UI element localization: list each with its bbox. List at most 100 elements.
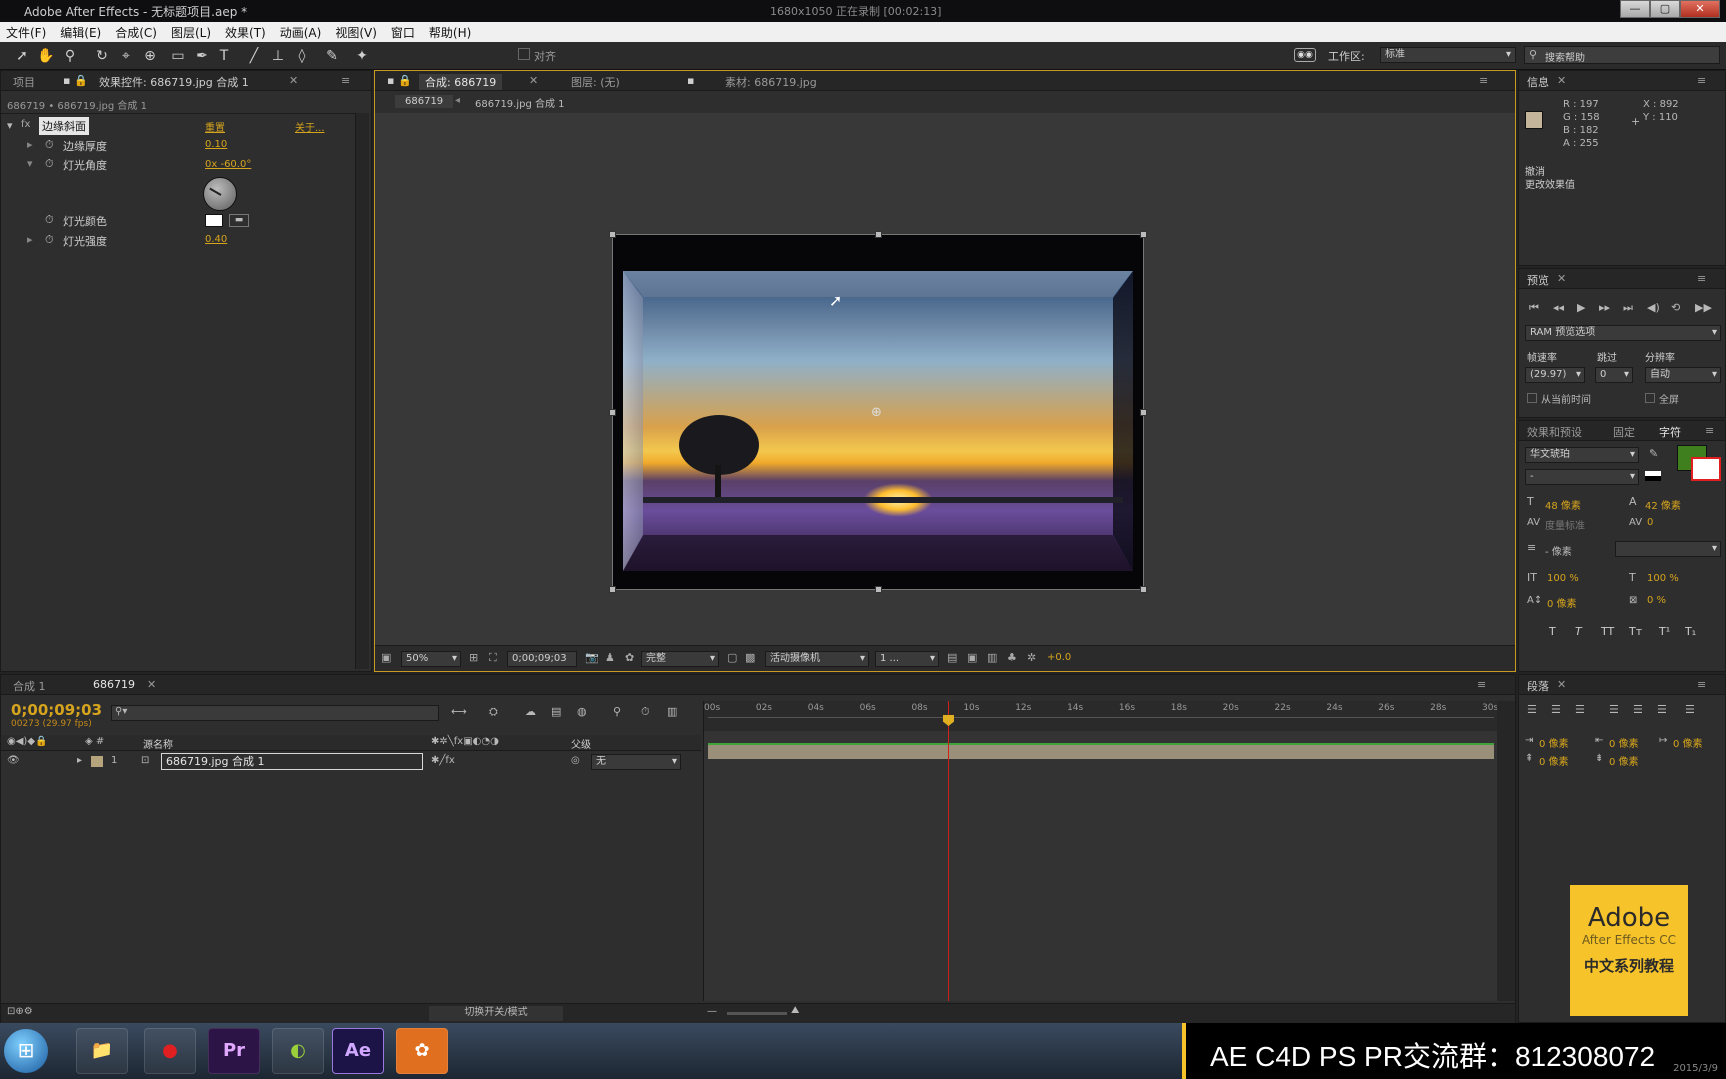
tab-timeline-comp[interactable]: 686719 — [93, 678, 135, 691]
brush-tool-icon[interactable]: ╱ — [244, 46, 264, 66]
label-color-swatch[interactable] — [91, 756, 103, 767]
workspace-dropdown[interactable]: 标准 ▾ — [1380, 47, 1516, 63]
close-tab-icon[interactable]: ✕ — [1557, 74, 1566, 87]
ram-preview-icon[interactable]: ▶▶ — [1695, 301, 1712, 314]
tsume-value[interactable]: 0 % — [1647, 595, 1666, 606]
start-button[interactable]: ⊞ — [4, 1029, 48, 1073]
fullscreen-checkbox[interactable] — [1645, 393, 1655, 403]
tab-paragraph[interactable]: 段落 — [1527, 678, 1549, 694]
layer-switches-icon[interactable]: ✱╱fx — [431, 755, 455, 766]
brainstorm-icon[interactable]: ⚲ — [613, 705, 621, 718]
eyedropper-icon[interactable]: ▬ — [229, 214, 249, 227]
channel-icon[interactable]: ✿ — [625, 651, 634, 664]
app-taskbar-icon[interactable]: ✿ — [396, 1028, 448, 1074]
layer-row[interactable]: 👁 ▸ 1 ⊡ 686719.jpg 合成 1 ✱╱fx ◎ 无 ▾ — [1, 753, 701, 771]
font-family-dropdown[interactable]: 华文琥珀 ▾ — [1525, 447, 1639, 463]
expand-arrow-icon[interactable]: ▸ — [77, 755, 82, 766]
about-link[interactable]: 关于... — [295, 119, 325, 134]
explorer-taskbar-icon[interactable]: 📁 — [76, 1028, 128, 1074]
horizontal-scale-value[interactable]: 100 % — [1647, 573, 1679, 584]
faux-bold-icon[interactable]: T — [1549, 625, 1556, 638]
always-preview-icon[interactable]: ▣ — [381, 651, 391, 664]
pan-behind-tool-icon[interactable]: ⊕ — [140, 46, 160, 66]
menu-window[interactable]: 窗口 — [385, 22, 423, 41]
parent-header[interactable]: 父级 — [571, 736, 591, 751]
panel-menu-icon[interactable]: ≡ — [1477, 678, 1486, 691]
views-dropdown[interactable]: 1 ... ▾ — [875, 651, 939, 667]
tab-layer[interactable]: 图层: (无) — [571, 74, 620, 90]
expand-arrow-icon[interactable]: ▸ — [27, 138, 33, 151]
source-name-header[interactable]: 源名称 — [143, 736, 173, 751]
black-white-swatch[interactable] — [1645, 471, 1661, 481]
current-time-display[interactable]: 0;00;09;03 — [507, 651, 577, 667]
prev-frame-icon[interactable]: ◂◂ — [1553, 301, 1564, 314]
tab-footage[interactable]: 素材: 686719.jpg — [725, 74, 817, 90]
tab-project[interactable]: 项目 — [13, 74, 35, 90]
transform-handle[interactable] — [609, 409, 616, 416]
stroke-color-swatch[interactable] — [1691, 457, 1721, 481]
stopwatch-icon[interactable]: ⏱ — [45, 233, 54, 247]
text-tool-icon[interactable]: T — [214, 46, 234, 66]
roto-brush-tool-icon[interactable]: ✎ — [322, 46, 342, 66]
indent-first-value[interactable]: 0 像素 — [1673, 735, 1703, 750]
timeline-timecode[interactable]: 0;00;09;03 — [11, 701, 102, 719]
pickwhip-icon[interactable]: ◎ — [571, 755, 580, 766]
align-checkbox[interactable] — [518, 48, 530, 60]
menu-animation[interactable]: 动画(A) — [274, 22, 330, 41]
superscript-icon[interactable]: T¹ — [1659, 625, 1670, 638]
menu-composition[interactable]: 合成(C) — [109, 22, 165, 41]
motion-blur-icon[interactable]: ◍ — [577, 705, 587, 718]
timeline-search-input[interactable]: ⚲▾ — [111, 705, 439, 721]
expand-arrow-icon[interactable]: ▾ — [7, 119, 13, 132]
help-search-input[interactable]: ⚲ 搜索帮助 — [1524, 46, 1720, 64]
tab-effects-presets[interactable]: 效果和预设 — [1527, 424, 1582, 440]
selection-tool-icon[interactable]: ➚ — [12, 46, 32, 66]
kerning-value[interactable]: 度量标准 — [1545, 517, 1585, 532]
parent-dropdown[interactable]: 无 ▾ — [591, 754, 681, 770]
time-ruler[interactable]: 00s 02s 04s 06s 08s 10s 12s 14s 16s 18s 20s 22s 24s 2… — [704, 701, 1498, 731]
justify-right-icon[interactable]: ☰ — [1657, 703, 1667, 716]
scrollbar[interactable] — [355, 113, 369, 669]
stopwatch-icon[interactable]: ⏱ — [45, 138, 54, 152]
menu-edit[interactable]: 编辑(E) — [54, 22, 109, 41]
menu-effect[interactable]: 效果(T) — [219, 22, 274, 41]
tracking-value[interactable]: 0 — [1647, 517, 1653, 528]
align-right-icon[interactable]: ☰ — [1575, 703, 1585, 716]
layer-duration-bar[interactable] — [708, 743, 1494, 759]
region-of-interest-icon[interactable]: ▢ — [727, 651, 737, 664]
close-button[interactable]: ✕ — [1680, 0, 1720, 18]
maximize-button[interactable]: ▢ — [1650, 0, 1680, 18]
comp-mini-flowchart-icon[interactable]: ⟷ — [451, 705, 467, 718]
fast-previews-icon[interactable]: ▣ — [967, 651, 977, 664]
transform-handle[interactable] — [609, 231, 616, 238]
stroke-type-dropdown[interactable]: ▾ — [1615, 541, 1721, 557]
faux-italic-icon[interactable]: T — [1575, 625, 1582, 638]
frame-blending-icon[interactable]: ▤ — [551, 705, 561, 718]
panel-menu-icon[interactable]: ≡ — [1705, 424, 1714, 437]
exposure-icon[interactable]: ✲ — [1027, 651, 1036, 664]
recorder-taskbar-icon[interactable]: ● — [144, 1028, 196, 1074]
tab-character[interactable]: 字符 — [1659, 424, 1681, 440]
transform-handle[interactable] — [875, 586, 882, 593]
space-before-value[interactable]: 0 像素 — [1539, 753, 1569, 768]
playhead[interactable] — [942, 701, 954, 1001]
leading-value[interactable]: 42 像素 — [1645, 497, 1681, 512]
last-frame-icon[interactable]: ⏭ — [1623, 301, 1633, 315]
param-value[interactable]: 0x -60.0° — [205, 159, 251, 170]
align-left-icon[interactable]: ☰ — [1527, 703, 1537, 716]
stopwatch-icon[interactable]: ⏱ — [45, 213, 54, 227]
tab-preview[interactable]: 预览 — [1527, 272, 1549, 288]
pen-tool-icon[interactable]: ✒ — [192, 46, 212, 66]
close-tab-icon[interactable]: ✕ — [147, 678, 156, 691]
rectangle-tool-icon[interactable]: ▭ — [168, 46, 188, 66]
stopwatch-icon[interactable]: ⏱ — [45, 157, 54, 171]
skip-dropdown[interactable]: 0 ▾ — [1595, 367, 1633, 383]
timeline-scrollbar[interactable] — [1497, 701, 1515, 1001]
zoom-tool-icon[interactable]: ⚲ — [60, 46, 80, 66]
comp-viewer[interactable]: ⊕ ➚ — [375, 113, 1515, 645]
ram-options-dropdown[interactable]: RAM 预览选项 ▾ — [1525, 325, 1721, 341]
grid-icon[interactable]: ⊞ — [469, 651, 478, 664]
comp-crumb[interactable]: 686719 — [395, 95, 454, 108]
menu-file[interactable]: 文件(F) — [0, 22, 54, 41]
play-icon[interactable]: ▶ — [1577, 301, 1585, 314]
